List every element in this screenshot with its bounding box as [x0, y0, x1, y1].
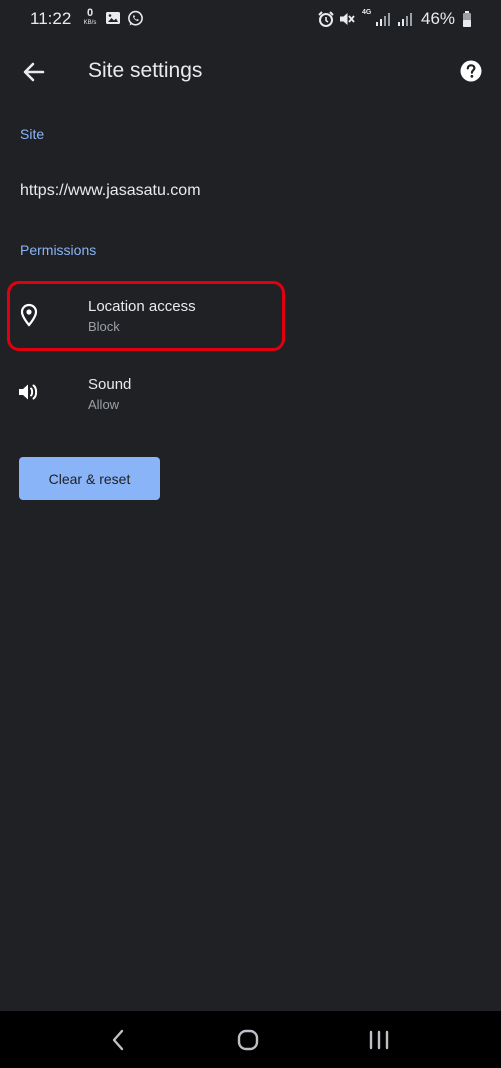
speaker-icon	[19, 384, 38, 400]
status-time: 11:22	[30, 9, 72, 28]
network-type-label: 4G	[362, 9, 372, 16]
signal-icon	[398, 13, 412, 26]
permissions-section-header: Permissions	[20, 242, 97, 258]
recent-apps-icon[interactable]	[364, 1025, 394, 1055]
data-rate-value: 0	[86, 7, 94, 19]
site-url: https://www.jasasatu.com	[20, 182, 201, 199]
home-icon[interactable]	[233, 1025, 263, 1055]
location-pin-icon	[20, 303, 38, 327]
battery-percent: 46%	[421, 9, 456, 28]
permission-value: Block	[88, 319, 120, 334]
whatsapp-icon	[128, 10, 143, 26]
permission-item-sound[interactable]: Sound Allow	[0, 361, 501, 425]
app-toolbar: Site settings	[0, 40, 501, 104]
system-nav-bar	[0, 1011, 501, 1068]
site-section-header: Site	[20, 126, 45, 142]
permission-label: Location access	[88, 298, 196, 315]
site-settings-screen: 11:22 0 KB/s 4G 46% Site settings Site h…	[0, 0, 501, 1068]
mute-icon	[340, 13, 355, 25]
permission-value: Allow	[88, 397, 120, 412]
battery-icon	[463, 11, 471, 27]
signal-icon	[376, 13, 390, 26]
gallery-icon	[106, 12, 120, 24]
alarm-icon	[318, 11, 334, 27]
page-title: Site settings	[88, 59, 203, 82]
data-rate-indicator: 0 KB/s	[81, 7, 99, 27]
arrow-left-icon[interactable]	[18, 56, 50, 88]
help-circle-icon[interactable]	[460, 60, 482, 82]
clear-reset-button[interactable]: Clear & reset	[19, 457, 160, 500]
status-bar: 11:22 0 KB/s 4G 46%	[0, 0, 501, 38]
back-chevron-icon[interactable]	[103, 1025, 133, 1055]
permission-label: Sound	[88, 376, 132, 393]
permission-item-location[interactable]: Location access Block	[0, 283, 501, 347]
data-rate-unit: KB/s	[83, 20, 97, 26]
